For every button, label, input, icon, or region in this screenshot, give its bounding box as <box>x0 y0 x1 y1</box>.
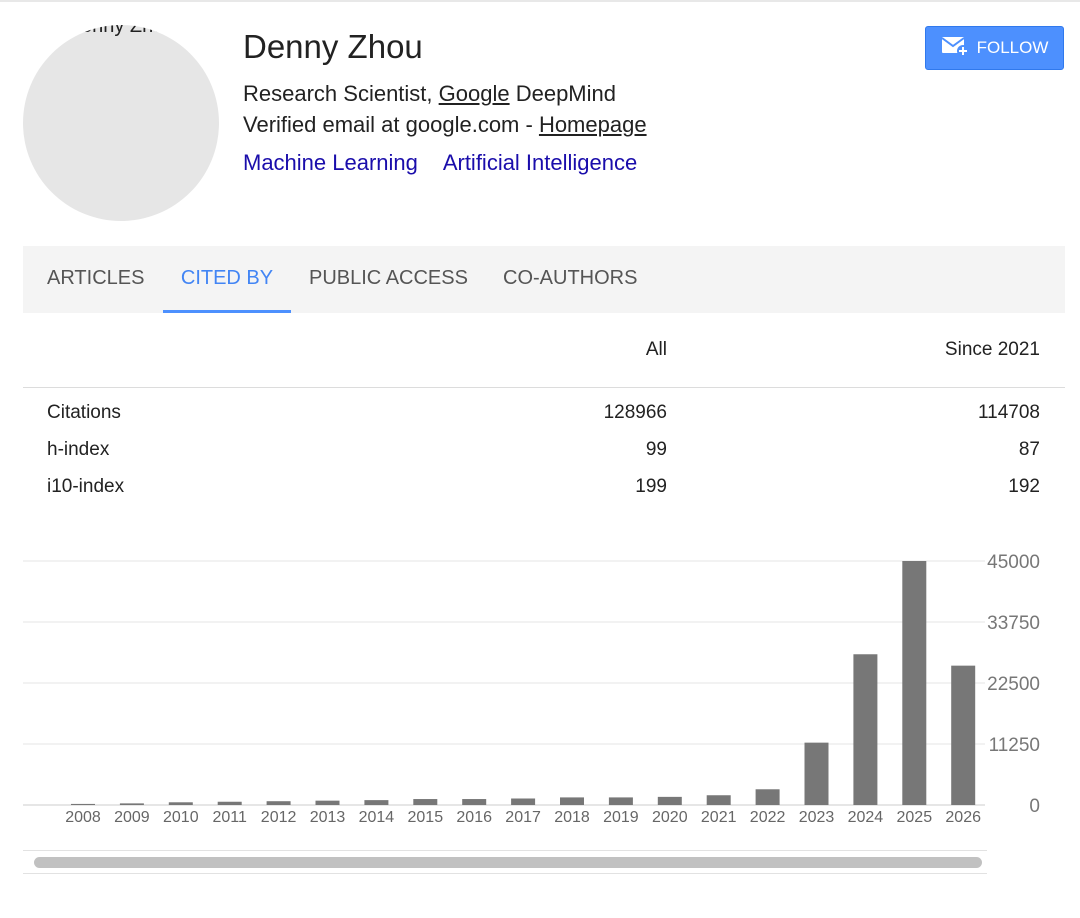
follow-button[interactable]: FOLLOW <box>925 26 1064 70</box>
x-tick-label: 2015 <box>408 809 444 826</box>
y-tick-label: 11250 <box>989 735 1040 756</box>
bar <box>560 797 584 805</box>
x-tick-label: 2019 <box>603 809 639 826</box>
interest-link[interactable]: Artificial Intelligence <box>443 150 637 175</box>
stat-all: 199 <box>635 476 667 497</box>
stat-label: i10-index <box>47 476 125 497</box>
stat-all: 128966 <box>603 402 667 423</box>
tab-articles[interactable]: ARTICLES <box>47 246 144 313</box>
stats-header-row: All Since 2021 <box>23 313 1065 388</box>
bar <box>608 797 633 805</box>
x-tick-label: 2021 <box>701 809 737 826</box>
bar <box>511 798 536 805</box>
stat-since: 114708 <box>978 402 1040 423</box>
bar <box>853 654 878 805</box>
x-tick-label: 2017 <box>505 809 541 826</box>
citation-stats-table: All Since 2021 Citations 128966 114708 h… <box>23 313 1065 506</box>
x-tick-label: 2020 <box>652 809 688 826</box>
x-tick-label: 2010 <box>163 809 199 826</box>
x-tick-label: 2025 <box>897 809 933 826</box>
interest-link[interactable]: Machine Learning <box>243 150 418 175</box>
tab-public-access[interactable]: PUBLIC ACCESS <box>309 246 468 313</box>
envelope-plus-icon <box>941 35 969 62</box>
bar <box>902 561 927 805</box>
bar <box>657 796 682 805</box>
bar <box>71 803 95 805</box>
table-row: i10-index 199 192 <box>23 469 1065 506</box>
profile-name: Denny Zhou <box>243 28 423 65</box>
y-tick-label: 45000 <box>987 552 1040 573</box>
x-tick-label: 2009 <box>114 809 150 826</box>
stat-all: 99 <box>645 439 667 460</box>
stats-header-all: All <box>645 339 667 360</box>
top-divider <box>0 0 1080 2</box>
affiliation: Research Scientist, Google DeepMind <box>243 81 616 107</box>
bar <box>755 789 780 805</box>
verified-email: Verified email at google.com - Homepage <box>243 112 647 138</box>
x-tick-label: 2024 <box>848 809 884 826</box>
table-row: Citations 128966 114708 <box>23 395 1065 432</box>
tab-bar: ARTICLES CITED BY PUBLIC ACCESS CO-AUTHO… <box>23 246 1065 313</box>
email-text: Verified email at google.com - <box>243 112 539 137</box>
citations-per-year-chart: 0 11250 22500 33750 45000 2008 2009 2010 2011 201… <box>0 540 1080 840</box>
y-tick-label: 0 <box>1029 796 1040 817</box>
stats-header-since: Since 2021 <box>944 339 1040 360</box>
y-tick-label: 33750 <box>987 613 1040 634</box>
tab-co-authors[interactable]: CO-AUTHORS <box>503 246 637 313</box>
stat-since: 192 <box>1008 476 1040 497</box>
bar <box>462 799 487 805</box>
affiliation-link[interactable]: Google <box>439 81 510 106</box>
affiliation-suffix: DeepMind <box>509 81 616 106</box>
x-tick-label: 2012 <box>261 809 297 826</box>
affiliation-prefix: Research Scientist, <box>243 81 439 106</box>
x-tick-label: 2022 <box>750 809 786 826</box>
x-tick-label: 2018 <box>554 809 590 826</box>
bar <box>119 803 144 805</box>
bar <box>706 795 731 805</box>
bar <box>217 801 242 805</box>
bar <box>266 801 291 805</box>
avatar: Denny Zhou <box>23 25 219 221</box>
bar <box>168 802 193 805</box>
x-tick-label: 2013 <box>310 809 346 826</box>
stat-since: 87 <box>1018 439 1040 460</box>
bar <box>315 800 340 805</box>
x-tick-label: 2026 <box>945 809 981 826</box>
x-tick-label: 2014 <box>359 809 395 826</box>
chart-scrollbar[interactable] <box>23 850 987 874</box>
chart-canvas: 0 11250 22500 33750 45000 2008 2009 2010 2011 201… <box>23 552 1040 826</box>
y-tick-label: 22500 <box>987 674 1040 695</box>
homepage-link[interactable]: Homepage <box>539 112 647 137</box>
x-tick-label: 2023 <box>799 809 835 826</box>
tab-cited-by[interactable]: CITED BY <box>163 246 291 313</box>
bar <box>413 799 438 805</box>
avatar-alt-text: Denny Zhou <box>66 25 176 37</box>
table-row: h-index 99 87 <box>23 432 1065 469</box>
bar <box>364 800 389 805</box>
bar <box>951 665 976 805</box>
stat-label: Citations <box>47 402 121 423</box>
x-tick-label: 2011 <box>212 809 247 826</box>
x-tick-label: 2008 <box>65 809 101 826</box>
x-tick-label: 2016 <box>456 809 492 826</box>
follow-label: FOLLOW <box>976 38 1049 57</box>
research-interests: Machine Learning Artificial Intelligence <box>243 150 657 176</box>
bar <box>804 742 829 805</box>
stat-label: h-index <box>47 439 110 460</box>
scrollbar-thumb[interactable] <box>34 857 982 868</box>
